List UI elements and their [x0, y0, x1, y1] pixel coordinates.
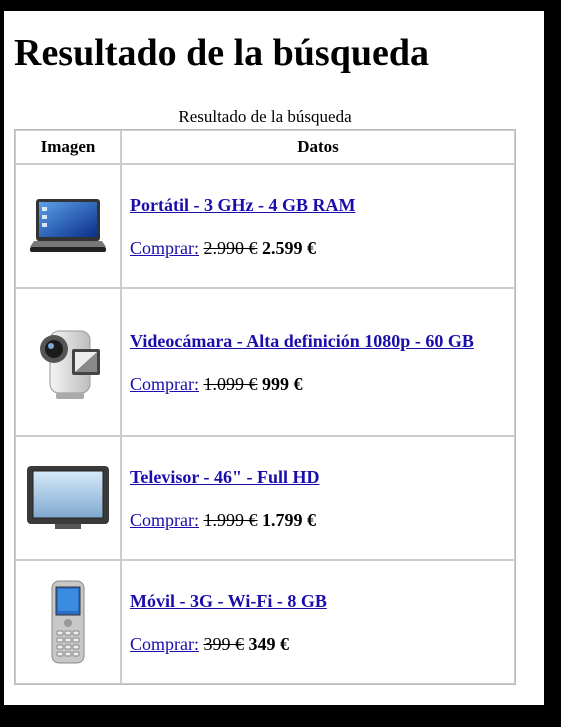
table-row: Videocámara - Alta definición 1080p - 60… — [15, 288, 515, 436]
product-data-cell: Móvil - 3G - Wi-Fi - 8 GB Comprar: 399 €… — [121, 560, 515, 684]
new-price: 349 € — [248, 633, 290, 654]
mobile-phone-icon[interactable] — [46, 580, 90, 664]
table-caption: Resultado de la búsqueda — [178, 107, 352, 126]
product-name-link[interactable]: Portátil - 3 GHz - 4 GB RAM — [130, 193, 506, 217]
new-price: 2.599 € — [262, 237, 316, 258]
table-row: Móvil - 3G - Wi-Fi - 8 GB Comprar: 399 €… — [15, 560, 515, 684]
old-price: 399 € — [203, 633, 245, 654]
buy-link[interactable]: Comprar: — [130, 634, 199, 654]
price-line: Comprar: 2.990 € 2.599 € — [130, 238, 506, 259]
product-data-cell: Televisor - 46" - Full HD Comprar: 1.999… — [121, 436, 515, 560]
column-header-data: Datos — [121, 130, 515, 164]
table-row: Televisor - 46" - Full HD Comprar: 1.999… — [15, 436, 515, 560]
page-title: Resultado de la búsqueda — [14, 32, 429, 74]
camcorder-icon[interactable] — [32, 330, 104, 399]
product-image-cell — [15, 164, 121, 288]
old-price: 1.099 € — [203, 373, 258, 394]
new-price: 1.799 € — [262, 509, 316, 530]
column-header-image: Imagen — [15, 130, 121, 164]
product-image-cell — [15, 436, 121, 560]
price-line: Comprar: 1.999 € 1.799 € — [130, 510, 506, 531]
product-image-cell — [15, 560, 121, 684]
product-image-cell — [15, 288, 121, 436]
laptop-icon[interactable] — [28, 199, 108, 252]
price-line: Comprar: 399 € 349 € — [130, 634, 506, 655]
product-data-cell: Portátil - 3 GHz - 4 GB RAM Comprar: 2.9… — [121, 164, 515, 288]
table-row: Portátil - 3 GHz - 4 GB RAM Comprar: 2.9… — [15, 164, 515, 288]
buy-link[interactable]: Comprar: — [130, 238, 199, 258]
buy-link[interactable]: Comprar: — [130, 374, 199, 394]
table-header-row: Imagen Datos — [15, 130, 515, 164]
old-price: 2.990 € — [203, 237, 258, 258]
buy-link[interactable]: Comprar: — [130, 510, 199, 530]
browser-page: Resultado de la búsqueda Resultado de la… — [4, 11, 544, 705]
product-name-link[interactable]: Televisor - 46" - Full HD — [130, 465, 506, 489]
old-price: 1.999 € — [203, 509, 258, 530]
results-table: Imagen Datos Portátil - 3 GHz - 4 GB RAM… — [14, 129, 516, 685]
television-icon[interactable] — [25, 466, 111, 529]
product-name-link[interactable]: Móvil - 3G - Wi-Fi - 8 GB — [130, 589, 506, 613]
new-price: 999 € — [262, 373, 303, 394]
product-data-cell: Videocámara - Alta definición 1080p - 60… — [121, 288, 515, 436]
price-line: Comprar: 1.099 € 999 € — [130, 374, 506, 395]
product-name-link[interactable]: Videocámara - Alta definición 1080p - 60… — [130, 329, 506, 353]
